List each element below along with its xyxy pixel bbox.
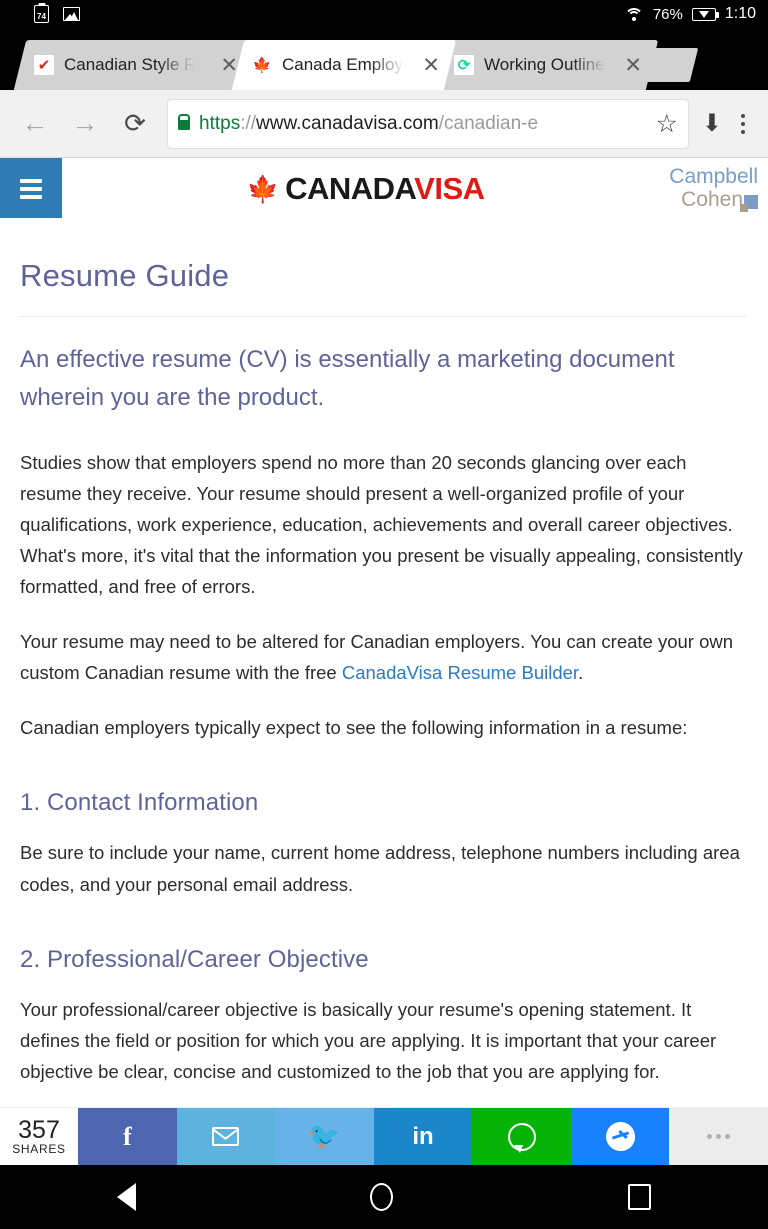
browser-tab-2-close-icon[interactable]: ✕ xyxy=(422,55,444,76)
red-checkmark-favicon-icon: ✔ xyxy=(34,55,54,75)
status-bar-right: 76% 1:10 xyxy=(624,5,756,23)
share-more-button[interactable] xyxy=(669,1108,768,1165)
browser-tab-3-title: Working Outline t xyxy=(484,55,606,74)
browser-tab-1[interactable]: ✔ Canadian Style R ✕ xyxy=(13,40,255,90)
browser-toolbar: ← → ⟳ https://www.canadavisa.com/canadia… xyxy=(0,90,768,158)
android-nav-bar xyxy=(0,1165,768,1229)
article-paragraph-1: Studies show that employers spend no mor… xyxy=(20,451,743,598)
url-separator: :// xyxy=(240,112,257,134)
teal-spiral-favicon-icon: ⟳ xyxy=(454,55,474,75)
bookmark-star-icon[interactable]: ☆ xyxy=(655,109,677,139)
share-count-number: 357 xyxy=(18,1116,60,1145)
url-text: https://www.canadavisa.com/canadian-e xyxy=(199,113,646,135)
messenger-icon xyxy=(605,1122,635,1151)
title-divider xyxy=(20,316,746,317)
share-messenger-button[interactable] xyxy=(570,1108,670,1165)
linkedin-icon: in xyxy=(412,1122,434,1150)
back-icon[interactable]: ← xyxy=(12,101,58,147)
clipboard-icon: 74 xyxy=(34,5,49,23)
section-body-1: Be sure to include your name, current ho… xyxy=(20,842,740,895)
page-title: Resume Guide xyxy=(20,258,230,293)
resume-builder-link[interactable]: CanadaVisa Resume Builder xyxy=(342,662,578,683)
partner-logo[interactable]: Campbell Cohen xyxy=(669,158,768,219)
article-paragraph-2: Your resume may need to be altered for C… xyxy=(20,626,746,688)
share-count-label: SHARES xyxy=(12,1142,66,1157)
clock: 1:10 xyxy=(724,5,756,22)
download-icon[interactable]: ⬇ xyxy=(698,109,726,138)
social-share-bar: 357 SHARES f 🐦 in xyxy=(0,1107,768,1165)
twitter-icon: 🐦 xyxy=(308,1121,341,1151)
maple-leaf-icon: 🍁 xyxy=(246,173,280,204)
share-count: 357 SHARES xyxy=(0,1108,78,1165)
clipboard-badge: 74 xyxy=(37,12,46,21)
article-content: Resume Guide An effective resume (CV) is… xyxy=(0,218,768,1165)
image-icon xyxy=(63,7,80,21)
logo-canada: CANADA xyxy=(285,170,415,206)
site-logo-text: CANADAVISA xyxy=(285,170,485,207)
logo-visa: VISA xyxy=(414,170,485,206)
facebook-icon: f xyxy=(122,1121,132,1151)
url-scheme: https xyxy=(199,112,241,134)
back-icon[interactable] xyxy=(117,1183,137,1211)
section-heading-2: 2. Professional/Career Objective xyxy=(20,945,369,973)
browser-tab-3-close-icon[interactable]: ✕ xyxy=(624,55,646,76)
forward-icon[interactable]: → xyxy=(62,101,108,147)
share-whatsapp-button[interactable] xyxy=(472,1108,571,1165)
android-status-bar: 74 76% 1:10 xyxy=(0,0,768,28)
site-header: 🍁 CANADAVISA Campbell Cohen xyxy=(0,158,768,220)
new-tab-button[interactable] xyxy=(643,48,699,82)
url-host: www.canadavisa.com xyxy=(256,112,439,134)
site-logo[interactable]: 🍁 CANADAVISA xyxy=(62,158,669,219)
browser-tab-2[interactable]: 🍁 Canada Employm ✕ xyxy=(231,40,457,90)
partner-logo-line1: Campbell xyxy=(669,165,758,189)
paragraph-2-text-after: . xyxy=(578,662,584,684)
share-facebook-button[interactable]: f xyxy=(78,1108,177,1165)
browser-tab-2-title: Canada Employm xyxy=(282,55,404,74)
article-paragraph-3: Canadian employers typically expect to s… xyxy=(20,717,688,739)
partner-logo-line2: Cohen xyxy=(681,187,743,211)
lock-icon xyxy=(178,119,190,130)
battery-percent: 76% xyxy=(652,5,683,23)
recents-icon[interactable] xyxy=(627,1184,651,1210)
whatsapp-icon xyxy=(507,1122,536,1153)
battery-charging-icon xyxy=(691,7,719,21)
browser-tab-strip: ✔ Canadian Style R ✕ 🍁 Canada Employm ✕ … xyxy=(0,28,768,90)
browser-tab-3[interactable]: ⟳ Working Outline t ✕ xyxy=(433,40,659,90)
reload-icon[interactable]: ⟳ xyxy=(112,101,158,147)
browser-tab-1-title: Canadian Style R xyxy=(64,55,194,74)
home-icon[interactable] xyxy=(370,1183,394,1211)
section-body-2: Your professional/career objective is ba… xyxy=(20,998,717,1082)
email-icon xyxy=(212,1127,240,1146)
section-heading-1: 1. Contact Information xyxy=(20,789,259,817)
partner-logo-mark-icon xyxy=(740,194,758,212)
share-twitter-button[interactable]: 🐦 xyxy=(275,1108,374,1165)
address-bar[interactable]: https://www.canadavisa.com/canadian-e ☆ xyxy=(168,99,688,148)
url-path: /canadian-e xyxy=(438,112,539,134)
article-lede: An effective resume (CV) is essentially … xyxy=(20,346,675,411)
share-linkedin-button[interactable]: in xyxy=(373,1108,473,1165)
maple-leaf-favicon-icon: 🍁 xyxy=(252,55,272,75)
status-bar-left: 74 xyxy=(12,5,80,23)
wifi-icon xyxy=(624,7,644,22)
overflow-menu-icon[interactable] xyxy=(730,113,756,134)
hamburger-menu-button[interactable] xyxy=(0,158,62,219)
share-email-button[interactable] xyxy=(176,1108,276,1165)
device-screen: 74 76% 1:10 ✔ Canadian Style R ✕ 🍁 Canad… xyxy=(0,0,768,1229)
